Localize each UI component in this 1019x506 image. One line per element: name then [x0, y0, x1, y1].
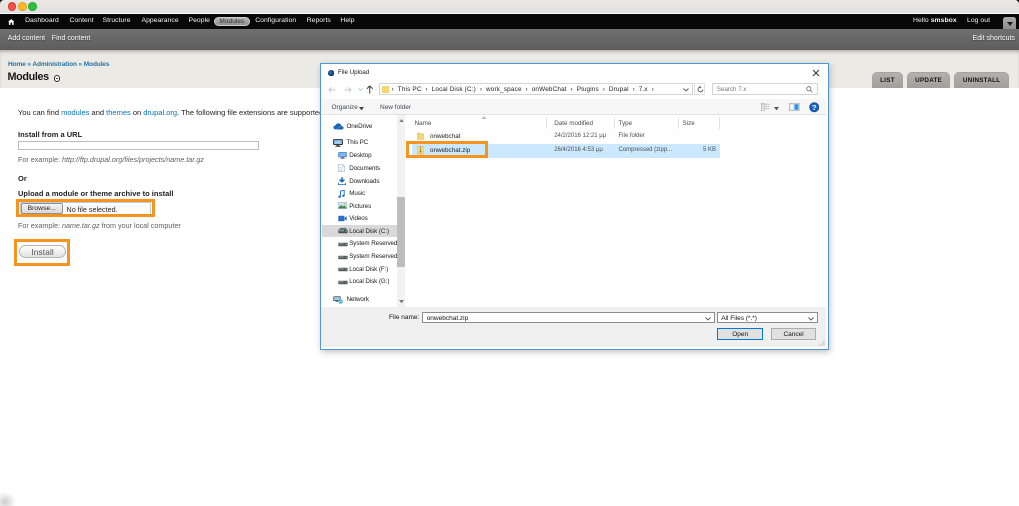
- svg-text:?: ?: [811, 103, 816, 112]
